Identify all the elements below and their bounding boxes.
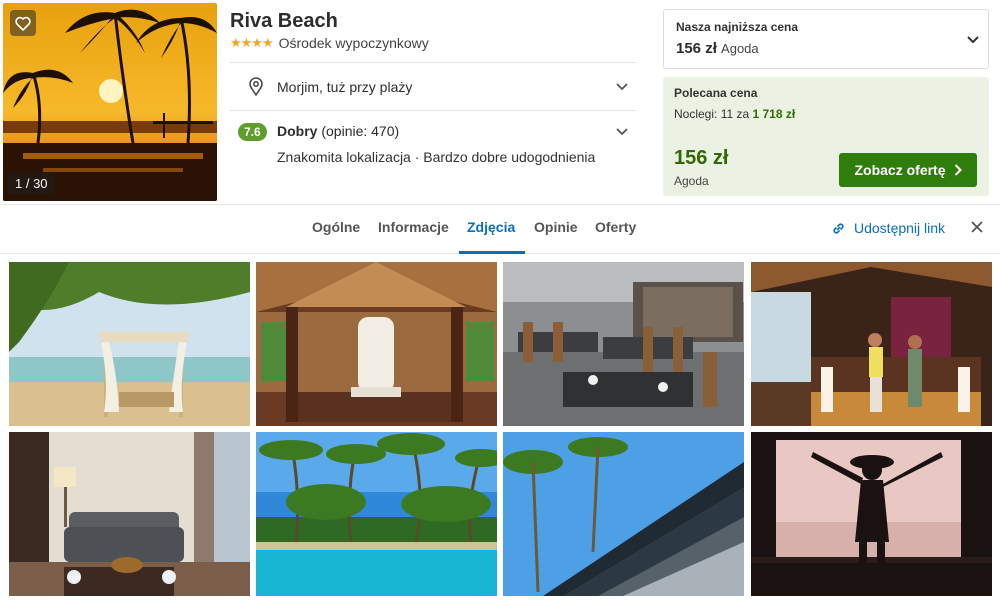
property-type: Ośrodek wypoczynkowy [278,35,429,51]
reception-image [751,262,992,426]
tab-general[interactable]: Ogólne [312,219,360,235]
tab-offers[interactable]: Oferty [595,219,636,235]
location-text: Morjim, tuż przy plaży [277,78,413,95]
map-pin-icon [249,77,263,96]
active-tab-indicator [459,251,525,254]
room-sofa-image [9,432,250,596]
rating-row[interactable]: 7.6 Dobry (opinie: 470) Znakomita lokali… [230,110,636,176]
sunset-silhouette-image [751,432,992,596]
lowest-price-box[interactable]: Nasza najniższa cena 156 zł Agoda [663,9,989,69]
nights-prefix: Noclegi: 11 za [674,107,750,121]
rating-highlights: Znakomita lokalizacja · Bardzo dobre udo… [277,149,596,165]
photo-counter: 1 / 30 [8,173,55,194]
star-rating: ★★★★ [230,35,274,50]
recommended-provider: Agoda [674,174,709,188]
chevron-down-icon[interactable] [616,128,628,136]
nights-total: 1 718 zł [752,107,796,121]
gallery-photo[interactable] [256,432,497,596]
rating-label: Dobry [277,123,318,139]
gallery-photo[interactable] [751,432,992,596]
lowest-price-provider: Agoda [721,41,759,56]
restaurant-image [503,262,744,426]
gallery-photo[interactable] [751,262,992,426]
chevron-down-icon[interactable] [616,82,628,91]
hotel-info: Riva Beach ★★★★ Ośrodek wypoczynkowy Mor… [230,8,636,165]
tab-info[interactable]: Informacje [378,219,449,235]
see-offer-button[interactable]: Zobacz ofertę [839,153,977,187]
chevron-right-icon [954,164,962,176]
beach-cabana-image [9,262,250,426]
waterfall-wall-image [503,432,744,596]
gallery-photo[interactable] [9,432,250,596]
gallery-photo[interactable] [503,432,744,596]
hotel-name[interactable]: Riva Beach [230,8,636,34]
chevron-down-icon[interactable] [967,36,979,44]
share-link-button[interactable]: Udostępnij link [831,220,945,236]
favorite-button[interactable] [10,10,36,36]
heart-icon [15,16,31,31]
close-icon[interactable] [971,221,983,233]
share-link-label: Udostępnij link [854,220,946,236]
tab-photos[interactable]: Zdjęcia [467,219,515,235]
lobby-sculpture-image [256,262,497,426]
lowest-price-label: Nasza najniższa cena [676,20,799,34]
lowest-price-value: 156 zł [676,40,717,57]
link-icon [833,222,844,234]
pool-palms-image [256,432,497,596]
recommended-label: Polecana cena [674,86,758,100]
recommended-price: 156 zł [674,147,729,169]
location-row[interactable]: Morjim, tuż przy plaży [230,62,636,110]
hotel-main-photo[interactable]: 1 / 30 [3,3,217,201]
tab-reviews[interactable]: Opinie [534,219,578,235]
gallery-photo[interactable] [256,262,497,426]
gallery-photo[interactable] [503,262,744,426]
rating-score-badge: 7.6 [238,123,267,141]
recommended-price-box: Polecana cena Noclegi: 11 za 1 718 zł 15… [663,77,989,196]
see-offer-label: Zobacz ofertę [854,162,946,178]
rating-count: (opinie: 470) [321,123,400,139]
gallery-photo[interactable] [9,262,250,426]
tabs-bar: Ogólne Informacje Zdjęcia Opinie Oferty … [0,204,1000,254]
